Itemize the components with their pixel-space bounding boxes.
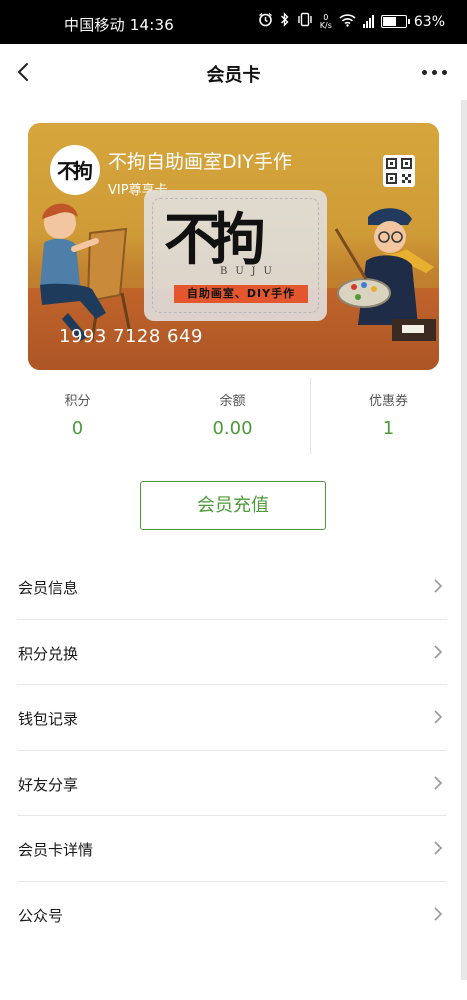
stat-value: 0 <box>71 418 84 439</box>
network-speed: 0 K/s <box>319 13 332 30</box>
status-bar: 中国移动 14:36 0 K/s 63% <box>0 0 467 44</box>
menu-item-label: 钱包记录 <box>18 710 79 728</box>
brand-logo: 不拘 <box>50 145 100 195</box>
stat-label: 优惠券 <box>368 394 408 409</box>
stat-label: 余额 <box>219 394 246 409</box>
chevron-right-icon <box>434 775 443 790</box>
stat-points[interactable]: 积分 0 <box>0 378 155 456</box>
chevron-right-icon <box>434 841 443 855</box>
recharge-button[interactable]: 会员充值 <box>140 481 326 530</box>
boy-palette-illustration <box>334 208 436 341</box>
more-dots-icon <box>422 70 427 75</box>
menu-item-points-exchange[interactable]: 积分兑换 <box>17 620 447 685</box>
bluetooth-icon <box>280 12 290 31</box>
vibrate-icon <box>297 12 313 31</box>
brand-panel: 不拘 BUJU 自助画室、DIY手作 <box>144 190 327 321</box>
stat-value: 1 <box>382 418 395 439</box>
battery-percent: 63% <box>413 13 445 30</box>
chevron-right-icon <box>434 906 443 921</box>
brand-logo-text: 不拘 <box>57 159 93 183</box>
stat-value: 0.00 <box>212 418 253 439</box>
menu-item-label: 好友分享 <box>18 775 79 794</box>
battery-icon <box>380 15 410 28</box>
menu-item-label: 会员卡详情 <box>18 841 94 859</box>
4g-signal-icon <box>362 15 374 28</box>
status-icons: 0 K/s 63% <box>258 12 445 31</box>
qr-code-icon <box>386 158 412 184</box>
carrier-time: 中国移动 14:36 <box>64 16 174 34</box>
page-title: 会员卡 <box>206 65 261 86</box>
card-number: 1993 7128 649 <box>59 326 203 347</box>
speed-unit: K/s <box>319 20 332 30</box>
menu-item-official-account[interactable]: 公众号 <box>17 882 447 948</box>
membership-card: 不拘 不拘自助画室DIY手作 VIP尊享卡 不拘 BUJU 自助画室、DIY手作… <box>28 123 439 370</box>
chevron-right-icon <box>434 710 443 724</box>
member-stats: 积分 0 余额 0.00 优惠券 1 <box>0 378 467 456</box>
scrollbar[interactable] <box>461 100 467 980</box>
menu-item-label: 积分兑换 <box>18 644 79 663</box>
qr-code-button[interactable] <box>383 155 415 187</box>
menu-item-label: 公众号 <box>18 906 64 925</box>
menu-item-share-friends[interactable]: 好友分享 <box>17 751 447 816</box>
alarm-icon <box>258 12 273 31</box>
brand-logo-large: 不拘 <box>164 207 266 273</box>
brand-pinyin: BUJU <box>220 266 280 277</box>
card-store-name: 不拘自助画室DIY手作 <box>108 151 292 173</box>
menu-item-member-info[interactable]: 会员信息 <box>17 554 447 620</box>
brand-slogan: 自助画室、DIY手作 <box>174 285 308 303</box>
stat-label: 积分 <box>64 394 91 409</box>
menu-item-card-details[interactable]: 会员卡详情 <box>17 816 447 882</box>
menu-list: 会员信息 积分兑换 钱包记录 好友分享 会员卡详情 公众号 <box>17 554 447 947</box>
menu-item-label: 会员信息 <box>18 579 79 597</box>
menu-item-wallet-records[interactable]: 钱包记录 <box>17 685 447 751</box>
battery-fill <box>382 17 396 26</box>
stat-balance[interactable]: 余额 0.00 <box>155 378 310 456</box>
stat-coupons[interactable]: 优惠券 1 <box>311 378 466 456</box>
more-button[interactable] <box>422 70 447 75</box>
wifi-icon <box>339 13 356 31</box>
chevron-right-icon <box>434 579 443 593</box>
nav-bar: 会员卡 <box>0 44 467 100</box>
chevron-right-icon <box>434 644 443 659</box>
